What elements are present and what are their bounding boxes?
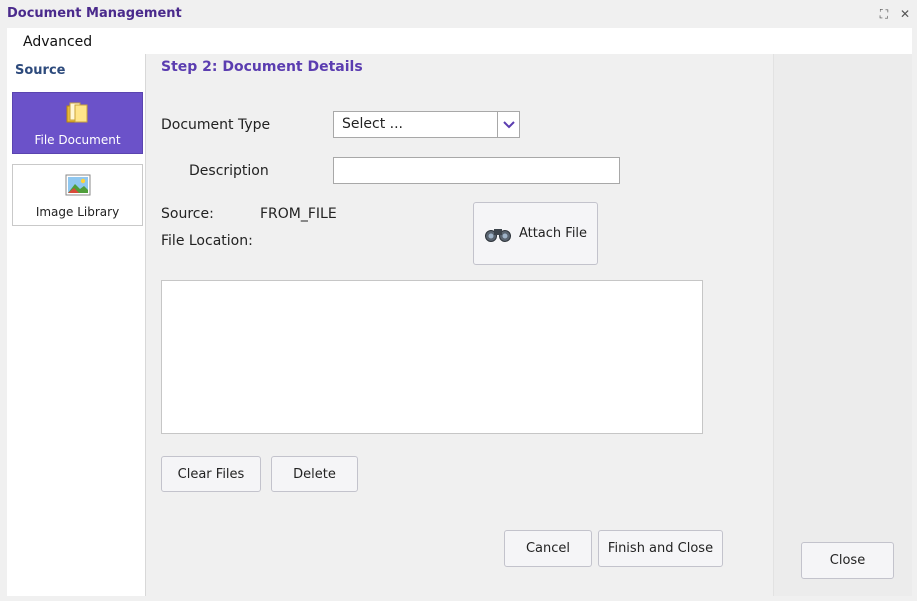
folder-icon [66, 102, 87, 123]
delete-button[interactable]: Delete [271, 456, 358, 492]
file-list[interactable] [161, 280, 703, 434]
document-details-panel: Step 2: Document Details Document Type S… [149, 54, 773, 579]
document-type-select[interactable]: Select ... [333, 111, 520, 138]
source-item-image-library[interactable]: Image Library [12, 164, 143, 226]
source-item-file-document[interactable]: File Document [12, 92, 143, 154]
title-bar: Document Management ⛶ ✕ [0, 0, 917, 28]
document-type-value: Select ... [342, 116, 403, 132]
window-title: Document Management [7, 6, 182, 21]
source-sidebar: Source File Document Image Library [7, 54, 146, 596]
sidebar-title: Source [15, 63, 66, 78]
tab-bar: Advanced [7, 28, 912, 54]
description-input[interactable] [333, 157, 620, 184]
description-label: Description [189, 163, 269, 179]
maximize-icon[interactable]: ⛶ [876, 6, 892, 22]
clear-files-button[interactable]: Clear Files [161, 456, 261, 492]
attach-file-label: Attach File [518, 226, 588, 241]
right-panel: Close [773, 54, 912, 596]
document-type-label: Document Type [161, 117, 271, 133]
close-button[interactable]: Close [801, 542, 894, 579]
cancel-button[interactable]: Cancel [504, 530, 592, 567]
image-icon [65, 174, 90, 196]
close-icon[interactable]: ✕ [897, 6, 913, 22]
tab-advanced[interactable]: Advanced [23, 34, 92, 50]
source-item-label: File Document [34, 133, 121, 147]
source-value: FROM_FILE [260, 206, 337, 222]
finish-and-close-button[interactable]: Finish and Close [598, 530, 723, 567]
source-item-label: Image Library [35, 205, 120, 219]
chevron-down-icon[interactable] [497, 112, 519, 137]
source-label: Source: [161, 206, 214, 222]
binoculars-icon [484, 228, 511, 242]
file-location-label: File Location: [161, 233, 253, 249]
step-title: Step 2: Document Details [161, 59, 363, 75]
attach-file-button[interactable]: Attach File [473, 202, 598, 265]
